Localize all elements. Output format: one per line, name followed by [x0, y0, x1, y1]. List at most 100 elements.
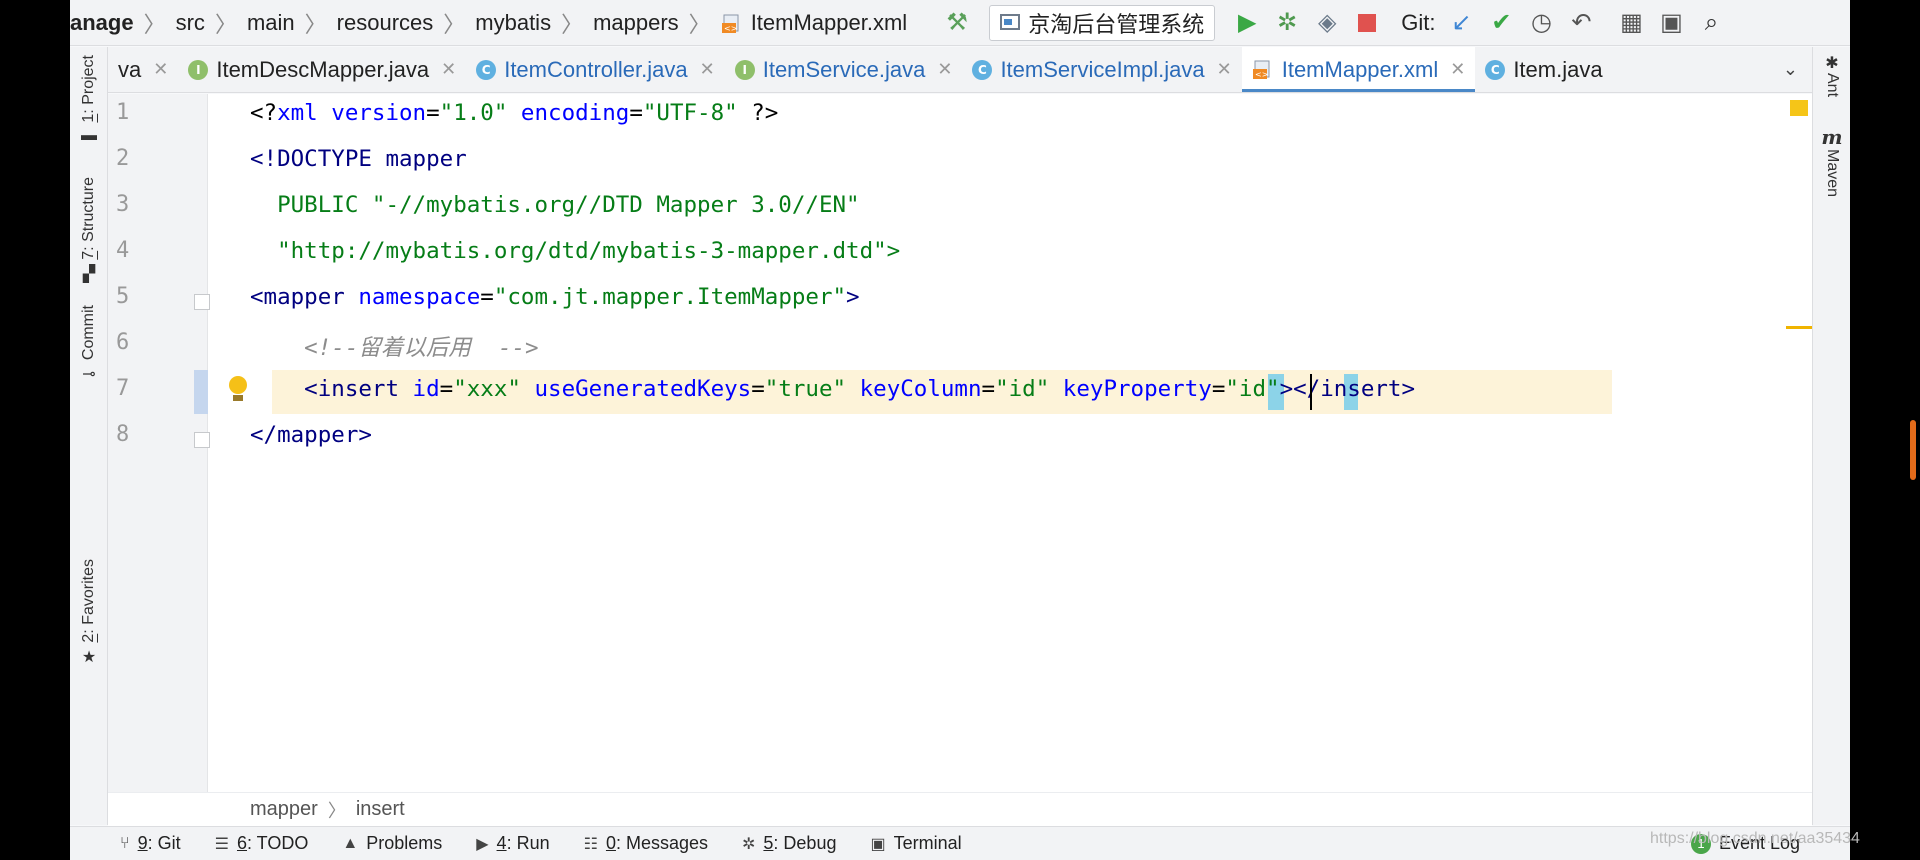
rollback-undo-icon[interactable]: ↶ [1561, 3, 1601, 43]
editor-tab-label: ItemServiceImpl.java [1000, 56, 1205, 82]
project-structure-icon[interactable]: ▦ [1611, 3, 1651, 43]
todo-tool-button[interactable]: ☰ 6: TODO [215, 833, 309, 854]
line-number: 6 [116, 330, 130, 355]
ant-tool-tab[interactable]: ✱ Ant [1813, 53, 1850, 97]
favorites-tool-tab[interactable]: 2: Favorites ★ [70, 559, 108, 667]
play-icon: ▶ [476, 835, 489, 853]
breadcrumb-item[interactable]: mappers [587, 10, 685, 36]
todo-tool-label: : TODO [247, 833, 309, 853]
messages-tool-button[interactable]: ☷ 0: Messages [584, 833, 708, 854]
git-commit-check-icon[interactable]: ✔ [1481, 3, 1521, 43]
chevron-right-icon: 〉 [443, 11, 466, 37]
chevron-right-icon: 〉 [214, 11, 237, 37]
breadcrumb-current-file[interactable]: <> ItemMapper.xml [715, 10, 914, 36]
git-tool-label: : Git [147, 833, 181, 853]
code-line: <!--留着以后用 --> [250, 335, 539, 361]
scrollbar-warning-marker[interactable] [1786, 326, 1812, 329]
line-number: 7 [116, 376, 130, 401]
breadcrumb-item[interactable]: main [241, 10, 301, 36]
maven-tool-tab[interactable]: m Maven [1813, 125, 1850, 197]
close-icon[interactable]: ✕ [441, 59, 456, 80]
structure-tool-label: : Structure [80, 177, 97, 251]
close-icon[interactable]: ✕ [700, 59, 715, 80]
messages-tool-label: : Messages [615, 833, 708, 853]
run-configuration-select[interactable]: 京淘后台管理系统 ▼ [989, 4, 1300, 316]
structure-tool-tab[interactable]: 7: Structure ▞ [70, 177, 108, 284]
messages-shortcut: 0 [605, 833, 616, 853]
editor-tab[interactable]: C ItemController.java ✕ [466, 47, 725, 92]
line-number: 3 [116, 192, 130, 217]
breadcrumb-item[interactable]: mybatis [469, 10, 557, 36]
editor-tab[interactable]: I ItemService.java ✕ [725, 47, 963, 92]
terminal-tool-label: Terminal [893, 833, 962, 853]
structure-tool-shortcut: 7 [80, 250, 97, 260]
project-tool-tab[interactable]: 1: Project ▬ [70, 55, 108, 145]
breadcrumb-item[interactable]: resources [331, 10, 440, 36]
chevron-right-icon: 〉 [304, 11, 327, 37]
code-editor[interactable]: 1 2 3 4 5 6 7 8 <?xml version="1.0" enco… [108, 94, 1812, 792]
navigation-toolbar: anage 〉 src 〉 main 〉 resources 〉 mybatis 〉 ma… [70, 0, 1850, 316]
close-icon[interactable]: ✕ [153, 59, 168, 80]
build-hammer-icon[interactable]: ⚒ [937, 3, 977, 43]
git-branch-icon: ⑂ [120, 834, 130, 852]
warning-icon: ▲ [342, 834, 359, 852]
run-icon[interactable]: ▶ [1227, 3, 1267, 43]
editor-breadcrumb: mapper 〉 insert [108, 792, 1812, 826]
project-tool-shortcut: 1 [80, 113, 97, 123]
close-icon[interactable]: ✕ [1217, 59, 1232, 80]
editor-tab-active[interactable]: <> ItemMapper.xml ✕ [1241, 47, 1476, 92]
commit-icon: ⊸ [82, 366, 96, 384]
debug-bug-icon[interactable]: ✲ [1267, 3, 1307, 43]
breadcrumb-item[interactable]: src [170, 10, 211, 36]
svg-text:<>: <> [724, 24, 737, 33]
commit-tool-tab[interactable]: Commit ⊸ [70, 305, 108, 384]
close-icon[interactable]: ✕ [1450, 59, 1465, 80]
editor-breadcrumb-item[interactable]: insert [356, 798, 405, 821]
maven-icon: m [1821, 125, 1843, 149]
editor-breadcrumb-item[interactable]: mapper [250, 798, 318, 821]
git-history-clock-icon[interactable]: ◷ [1521, 3, 1561, 43]
ant-tool-label: Ant [1824, 73, 1841, 98]
problems-tool-button[interactable]: ▲ Problems [342, 833, 442, 854]
presentation-mode-icon[interactable]: ▣ [1651, 3, 1691, 43]
class-icon: C [1485, 59, 1506, 80]
editor-tab[interactable]: C Item.java [1475, 47, 1612, 92]
git-update-icon[interactable]: ↙ [1441, 3, 1481, 43]
code-line: "http://mybatis.org/dtd/mybatis-3-mapper… [250, 238, 901, 264]
line-number: 1 [116, 100, 130, 125]
fold-toggle-icon[interactable] [194, 432, 210, 448]
commit-tool-label: Commit [80, 305, 97, 361]
stop-icon[interactable] [1347, 3, 1387, 43]
breadcrumb: anage 〉 src 〉 main 〉 resources 〉 mybatis 〉 ma… [70, 0, 913, 46]
editor-tab-label: ItemMapper.xml [1281, 56, 1439, 82]
git-tool-button[interactable]: ⑂ 9: Git [120, 833, 181, 854]
run-tool-button[interactable]: ▶ 4: Run [476, 833, 549, 854]
run-with-coverage-icon[interactable]: ◈ [1307, 3, 1347, 43]
structure-icon: ▞ [82, 265, 96, 283]
ant-icon: ✱ [1825, 55, 1839, 72]
list-icon: ☰ [214, 835, 229, 853]
close-icon[interactable]: ✕ [937, 59, 952, 80]
debug-tool-label: : Debug [773, 833, 837, 853]
terminal-tool-button[interactable]: ▣ Terminal [870, 833, 961, 854]
search-icon[interactable]: ⌕ [1691, 3, 1731, 43]
breadcrumb-item[interactable]: anage [70, 10, 140, 36]
ide-window: anage 〉 src 〉 main 〉 resources 〉 mybatis 〉 ma… [70, 0, 1850, 860]
editor-tab[interactable]: I ItemDescMapper.java ✕ [178, 47, 466, 92]
git-label: Git: [1401, 9, 1436, 35]
fold-toggle-icon[interactable] [194, 294, 210, 310]
right-tool-window-bar: ✱ Ant m Maven [1812, 47, 1850, 825]
editor-tab[interactable]: C ItemServiceImpl.java ✕ [962, 47, 1241, 92]
line-number: 2 [116, 146, 130, 171]
inspection-warning-icon[interactable] [1790, 100, 1808, 116]
todo-shortcut: 6 [236, 833, 247, 853]
editor-tab-label: ItemService.java [762, 56, 926, 82]
editor-tab[interactable]: va ✕ [108, 47, 178, 92]
chevron-down-icon[interactable]: ⌄ [1769, 59, 1812, 80]
debug-tool-button[interactable]: ✲ 5: Debug [742, 833, 836, 854]
bug-icon: ✲ [742, 835, 756, 853]
editor-tab-label: va [118, 56, 142, 82]
lightbulb-icon[interactable] [228, 376, 248, 402]
maven-tool-label: Maven [1824, 149, 1841, 198]
code-line: <!DOCTYPE mapper [250, 146, 467, 172]
